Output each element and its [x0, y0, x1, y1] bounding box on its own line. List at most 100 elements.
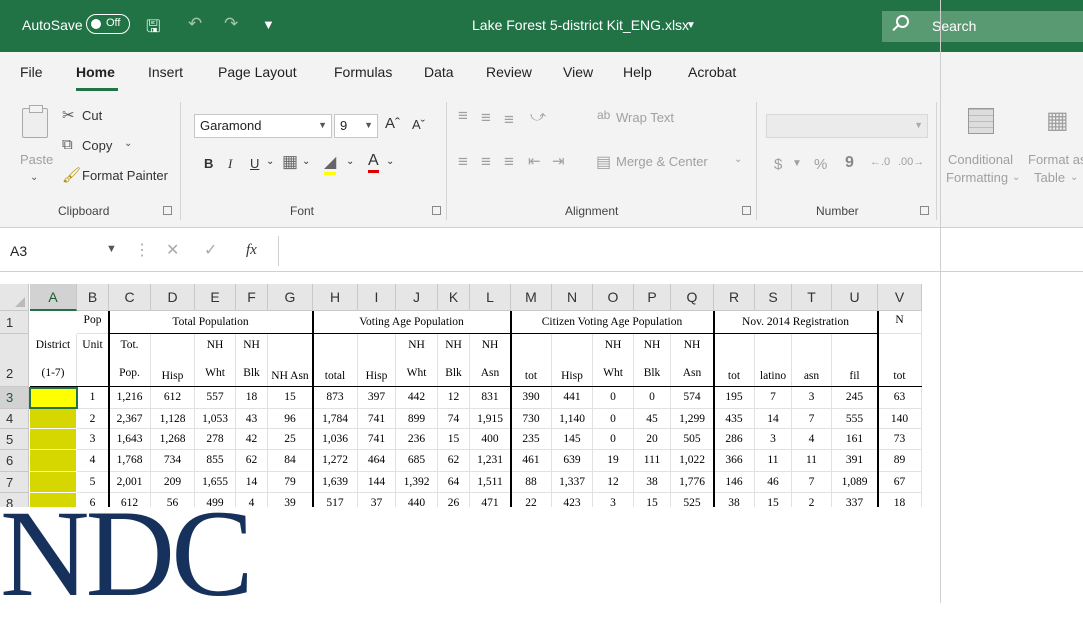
header-total-population[interactable]: Total Population: [109, 311, 313, 334]
header-next-tot[interactable]: tot: [878, 334, 922, 387]
select-all-button[interactable]: [0, 284, 29, 311]
data-cell[interactable]: 1: [77, 387, 109, 409]
data-cell[interactable]: 111: [634, 450, 671, 472]
merge-center-icon[interactable]: ▤: [596, 152, 611, 172]
data-cell[interactable]: 3: [77, 429, 109, 450]
align-center-icon[interactable]: ≡: [481, 152, 491, 172]
tab-acrobat[interactable]: Acrobat: [688, 64, 736, 80]
cancel-icon[interactable]: ✕: [166, 240, 179, 260]
data-cell[interactable]: 1,392: [396, 472, 438, 493]
copy-button[interactable]: Copy: [82, 138, 112, 153]
format-painter-button[interactable]: Format Painter: [82, 168, 168, 183]
header-vap-nh-wht[interactable]: NH Wht: [396, 334, 438, 387]
data-cell[interactable]: 400: [470, 429, 511, 450]
data-cell[interactable]: 25: [268, 429, 313, 450]
data-cell[interactable]: 67: [878, 472, 922, 493]
name-box-chevron-icon[interactable]: ▼: [106, 243, 117, 255]
data-cell[interactable]: 397: [358, 387, 396, 409]
header-vap-nh-blk[interactable]: NH Blk: [438, 334, 470, 387]
data-cell[interactable]: 20: [634, 429, 671, 450]
row-header-6[interactable]: 6: [0, 450, 29, 472]
header-unit[interactable]: Unit: [77, 334, 109, 387]
data-cell[interactable]: 1,140: [552, 409, 593, 429]
column-header-u[interactable]: U: [832, 284, 878, 311]
header-citizen-voting-age-population[interactable]: Citizen Voting Age Population: [511, 311, 714, 334]
column-header-f[interactable]: F: [236, 284, 268, 311]
data-cell[interactable]: 38: [634, 472, 671, 493]
currency-button[interactable]: $: [774, 156, 782, 173]
redo-icon[interactable]: ↷: [224, 14, 238, 34]
data-cell[interactable]: 11: [792, 450, 832, 472]
data-cell[interactable]: 19: [593, 450, 634, 472]
data-cell[interactable]: 1,768: [109, 450, 151, 472]
data-cell[interactable]: 79: [268, 472, 313, 493]
data-cell[interactable]: 286: [714, 429, 755, 450]
merge-chevron-icon[interactable]: ⌄: [734, 154, 742, 165]
data-cell[interactable]: 1,231: [470, 450, 511, 472]
data-cell[interactable]: 555: [832, 409, 878, 429]
tab-data[interactable]: Data: [424, 64, 454, 80]
orientation-icon[interactable]: ⤻: [530, 108, 546, 125]
data-cell[interactable]: 831: [470, 387, 511, 409]
tab-page-layout[interactable]: Page Layout: [218, 64, 297, 80]
file-name[interactable]: Lake Forest 5-district Kit_ENG.xlsx: [472, 17, 689, 33]
row-header-5[interactable]: 5: [0, 429, 29, 450]
fill-color-chevron-icon[interactable]: ⌄: [346, 156, 354, 167]
data-cell[interactable]: 1,089: [832, 472, 878, 493]
enter-icon[interactable]: ✓: [204, 240, 217, 260]
data-cell[interactable]: 18: [236, 387, 268, 409]
underline-icon[interactable]: U: [250, 156, 259, 171]
data-cell[interactable]: 195: [714, 387, 755, 409]
increase-decimal-icon[interactable]: ←.0: [870, 156, 890, 168]
data-cell[interactable]: 741: [358, 429, 396, 450]
data-cell[interactable]: 1,268: [151, 429, 195, 450]
column-header-i[interactable]: I: [358, 284, 396, 311]
header-reg-tot[interactable]: tot: [714, 334, 755, 387]
data-cell[interactable]: 73: [878, 429, 922, 450]
tab-formulas[interactable]: Formulas: [334, 64, 392, 80]
format-as-table-icon[interactable]: ▦: [1046, 106, 1069, 135]
decrease-decimal-icon[interactable]: .00→: [898, 156, 924, 168]
column-header-m[interactable]: M: [511, 284, 552, 311]
header-hisp[interactable]: Hisp: [151, 334, 195, 387]
data-cell[interactable]: 464: [358, 450, 396, 472]
column-header-a[interactable]: A: [30, 284, 77, 311]
data-cell[interactable]: 278: [195, 429, 236, 450]
data-cell[interactable]: 84: [268, 450, 313, 472]
column-header-l[interactable]: L: [470, 284, 511, 311]
data-cell[interactable]: 42: [236, 429, 268, 450]
column-header-t[interactable]: T: [792, 284, 832, 311]
data-cell[interactable]: 734: [151, 450, 195, 472]
data-cell[interactable]: 741: [358, 409, 396, 429]
data-cell[interactable]: 96: [268, 409, 313, 429]
column-header-n[interactable]: N: [552, 284, 593, 311]
data-cell[interactable]: 685: [396, 450, 438, 472]
alignment-launcher-icon[interactable]: [742, 206, 751, 215]
data-cell[interactable]: 144: [358, 472, 396, 493]
bold-icon[interactable]: B: [204, 156, 213, 171]
header-nh-wht[interactable]: NH Wht: [195, 334, 236, 387]
data-cell[interactable]: 873: [313, 387, 358, 409]
clipboard-launcher-icon[interactable]: [163, 206, 172, 215]
data-cell[interactable]: 89: [878, 450, 922, 472]
data-cell[interactable]: 442: [396, 387, 438, 409]
data-cell[interactable]: 62: [438, 450, 470, 472]
data-cell[interactable]: 43: [236, 409, 268, 429]
shrink-font-icon[interactable]: Aˇ: [412, 117, 425, 132]
align-right-icon[interactable]: ≡: [504, 152, 514, 172]
data-cell[interactable]: 46: [755, 472, 792, 493]
data-cell[interactable]: 574: [671, 387, 714, 409]
autosave-toggle[interactable]: Off: [86, 14, 130, 34]
font-size-select[interactable]: 9 ▼: [334, 114, 378, 138]
copy-chevron-icon[interactable]: ⌄: [124, 138, 132, 149]
italic-icon[interactable]: I: [228, 156, 232, 172]
data-cell[interactable]: 74: [438, 409, 470, 429]
align-top-icon[interactable]: ≡: [458, 106, 468, 126]
header-nh-asn[interactable]: NH Asn: [268, 334, 313, 387]
district-input-cell[interactable]: [30, 409, 76, 428]
paste-icon[interactable]: [22, 105, 48, 138]
data-cell[interactable]: 730: [511, 409, 552, 429]
district-input-cell[interactable]: [30, 429, 76, 449]
borders-icon[interactable]: ▦: [282, 152, 298, 172]
data-cell[interactable]: 7: [792, 409, 832, 429]
